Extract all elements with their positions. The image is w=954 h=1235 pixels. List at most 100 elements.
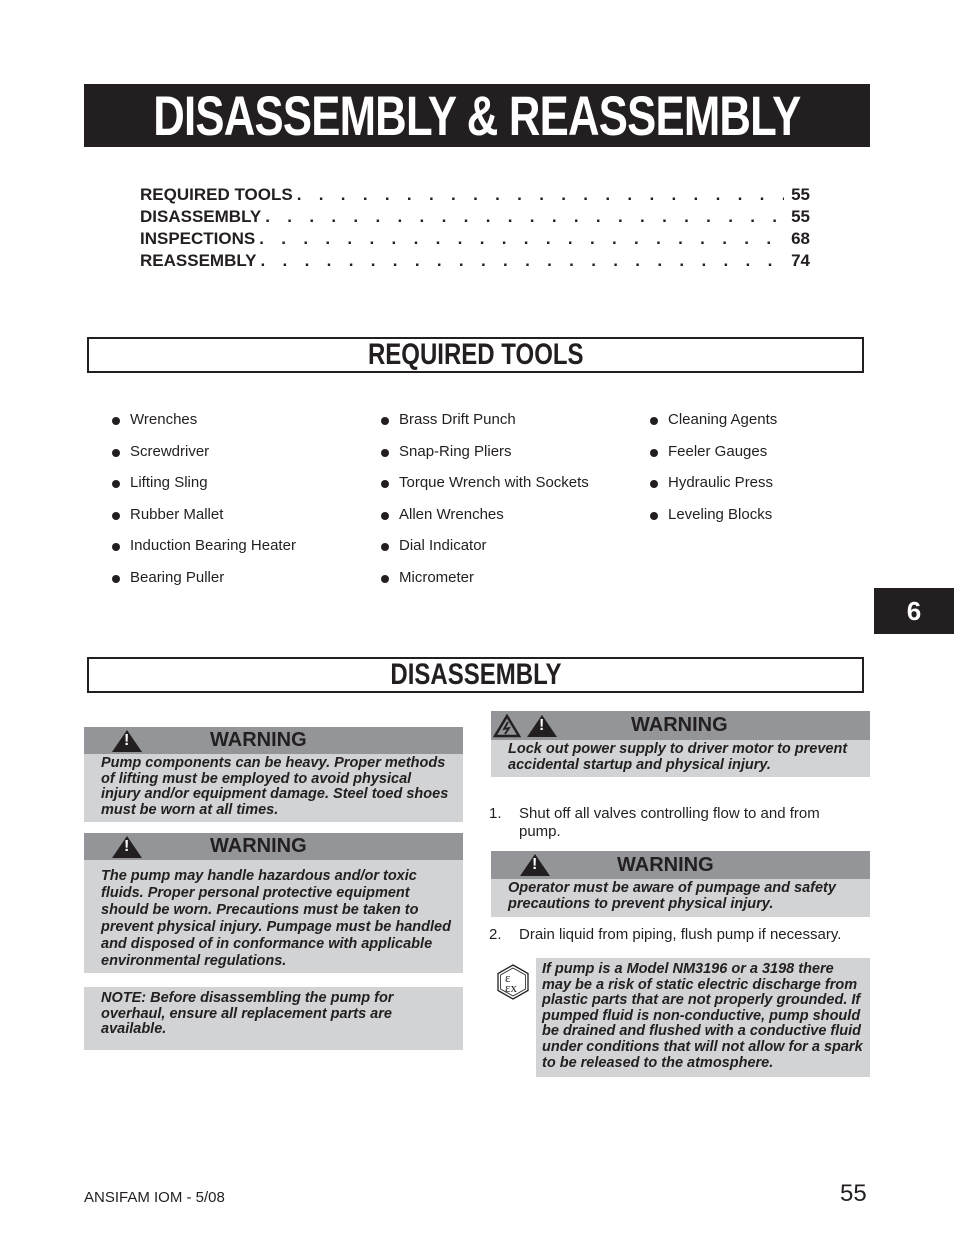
warning-title: WARNING: [210, 729, 307, 751]
tools-column-3: Cleaning Agents Feeler Gauges Hydraulic …: [650, 404, 777, 530]
warning-title: WARNING: [210, 835, 307, 857]
tool-item: Snap-Ring Pliers: [381, 436, 589, 468]
toc-leader-dots: . . . . . . . . . . . . . . . . . . . . …: [260, 251, 784, 270]
toc-leader-dots: . . . . . . . . . . . . . . . . . . . . …: [296, 185, 784, 204]
table-of-contents: REQUIRED TOOLS . . . . . . . . . . . . .…: [140, 185, 810, 273]
step-number: 1.: [489, 805, 502, 822]
toc-label: DISASSEMBLY: [140, 207, 262, 226]
toc-page: 74: [791, 251, 810, 270]
note-box-replacement-parts: NOTE: Before disassembling the pump for …: [84, 987, 463, 1050]
atex-explosion-proof-icon: ε εx: [497, 964, 529, 1000]
tool-label: Hydraulic Press: [668, 474, 774, 492]
tool-item: Leveling Blocks: [650, 499, 777, 531]
tool-label: Micrometer: [399, 568, 475, 586]
bullet-icon: [381, 543, 389, 552]
tool-label: Leveling Blocks: [668, 505, 773, 523]
bullet-icon: [381, 574, 389, 583]
tool-item: Cleaning Agents: [650, 404, 777, 436]
bullet-icon: [650, 417, 658, 426]
atex-static-discharge-note: If pump is a Model NM3196 or a 3198 ther…: [536, 958, 870, 1078]
warning-text: Pump components can be heavy. Proper met…: [84, 754, 463, 823]
tool-label: Brass Drift Punch: [399, 411, 516, 429]
footer-document-id: ANSIFAM IOM - 5/08: [84, 1189, 225, 1206]
toc-page: 55: [791, 185, 810, 204]
warning-header: WARNING: [84, 727, 463, 754]
warning-header: WARNING: [491, 711, 870, 740]
bullet-icon: [112, 574, 120, 583]
tool-item: Hydraulic Press: [650, 467, 777, 499]
step-text: Shut off all valves controlling flow to …: [519, 805, 820, 840]
tool-item: Dial Indicator: [381, 530, 589, 562]
chapter-number: 6: [906, 595, 922, 626]
tool-label: Rubber Mallet: [130, 505, 224, 523]
tool-label: Lifting Sling: [130, 474, 208, 492]
tool-label: Snap-Ring Pliers: [399, 442, 512, 460]
bullet-icon: [112, 480, 120, 489]
svg-text:εx: εx: [505, 980, 517, 995]
tool-label: Induction Bearing Heater: [130, 537, 296, 555]
disassembly-heading: DISASSEMBLY: [389, 658, 562, 691]
required-tools-heading: REQUIRED TOOLS: [367, 338, 584, 371]
warning-header: WARNING: [84, 833, 463, 860]
toc-leader-dots: . . . . . . . . . . . . . . . . . . . . …: [259, 229, 784, 248]
warning-title: WARNING: [617, 853, 714, 876]
toc-label: REASSEMBLY: [140, 251, 257, 270]
tool-item: Micrometer: [381, 562, 589, 594]
bullet-icon: [650, 448, 658, 457]
bullet-icon: [112, 417, 120, 426]
required-tools-heading-box: REQUIRED TOOLS: [87, 337, 864, 373]
toc-label: REQUIRED TOOLS: [140, 185, 293, 204]
tool-item: Feeler Gauges: [650, 436, 777, 468]
tool-item: Lifting Sling: [112, 467, 296, 499]
tool-item: Brass Drift Punch: [381, 404, 589, 436]
toc-leader-dots: . . . . . . . . . . . . . . . . . . . . …: [265, 207, 784, 226]
tool-item: Bearing Puller: [112, 562, 296, 594]
bullet-icon: [381, 480, 389, 489]
footer-page-number: 55: [840, 1180, 867, 1207]
tool-item: Allen Wrenches: [381, 499, 589, 531]
tool-label: Feeler Gauges: [668, 442, 768, 460]
toc-entry[interactable]: REASSEMBLY . . . . . . . . . . . . . . .…: [140, 251, 810, 273]
toc-entry[interactable]: REQUIRED TOOLS . . . . . . . . . . . . .…: [140, 185, 810, 207]
chapter-title-bar: DISASSEMBLY & REASSEMBLY: [84, 84, 870, 147]
bullet-icon: [381, 417, 389, 426]
tool-label: Screwdriver: [130, 442, 210, 460]
electrical-hazard-icon: [493, 714, 521, 738]
warning-triangle-icon: [112, 730, 142, 752]
warning-text: Operator must be aware of pumpage and sa…: [491, 879, 870, 918]
tool-label: Dial Indicator: [399, 537, 487, 555]
step-1: 1. Shut off all valves controlling flow …: [489, 805, 859, 841]
bullet-icon: [381, 511, 389, 520]
chapter-tab[interactable]: 6: [874, 588, 954, 634]
bullet-icon: [650, 480, 658, 489]
warning-triangle-icon: [112, 836, 142, 858]
warning-text: Lock out power supply to driver motor to…: [491, 740, 870, 778]
warning-triangle-icon: [520, 854, 550, 876]
warning-box-heavy-components: WARNING Pump components can be heavy. Pr…: [84, 727, 463, 823]
step-2: 2. Drain liquid from piping, flush pump …: [489, 926, 869, 944]
bullet-icon: [112, 543, 120, 552]
toc-page: 68: [791, 229, 810, 248]
toc-entry[interactable]: INSPECTIONS . . . . . . . . . . . . . . …: [140, 229, 810, 251]
bullet-icon: [112, 511, 120, 520]
bullet-icon: [381, 448, 389, 457]
tool-item: Screwdriver: [112, 436, 296, 468]
bullet-icon: [112, 448, 120, 457]
tool-item: Wrenches: [112, 404, 296, 436]
warning-box-operator-awareness: WARNING Operator must be aware of pumpag…: [491, 851, 870, 918]
warning-box-lockout-power: WARNING Lock out power supply to driver …: [491, 711, 870, 778]
tool-label: Bearing Puller: [130, 568, 225, 586]
warning-box-hazardous-fluids: WARNING The pump may handle hazardous an…: [84, 833, 463, 973]
warning-title: WARNING: [631, 714, 728, 736]
tool-label: Torque Wrench with Sockets: [399, 474, 589, 492]
bullet-icon: [650, 511, 658, 520]
chapter-title: DISASSEMBLY & REASSEMBLY: [153, 83, 801, 147]
toc-entry[interactable]: DISASSEMBLY . . . . . . . . . . . . . . …: [140, 207, 810, 229]
tool-label: Allen Wrenches: [399, 505, 504, 523]
toc-page: 55: [791, 207, 810, 226]
step-number: 2.: [489, 926, 502, 943]
toc-label: INSPECTIONS: [140, 229, 256, 248]
step-text: Drain liquid from piping, flush pump if …: [519, 926, 842, 943]
disassembly-heading-box: DISASSEMBLY: [87, 657, 864, 693]
warning-triangle-icon: [527, 715, 557, 737]
